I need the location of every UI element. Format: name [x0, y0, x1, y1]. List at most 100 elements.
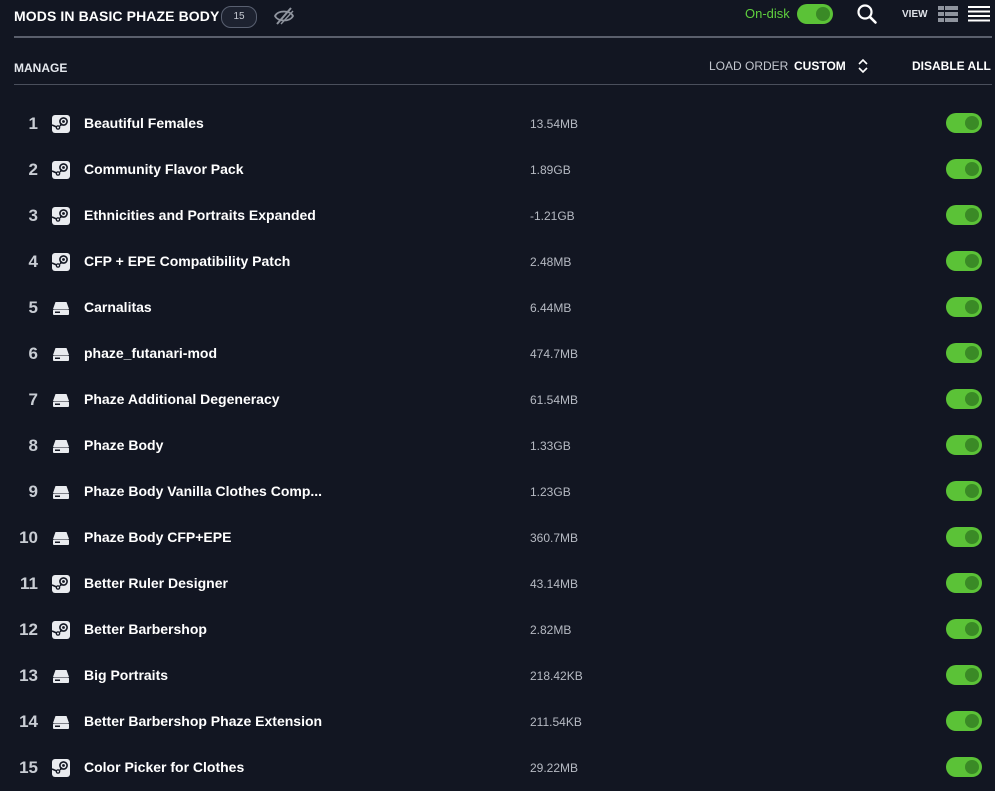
view-label: VIEW: [902, 9, 928, 20]
mod-row[interactable]: 5 Carnalitas 6.44MB: [0, 285, 995, 331]
mod-size: 13.54MB: [530, 117, 579, 131]
sort-chevron-icon[interactable]: [857, 58, 869, 74]
mod-row[interactable]: 3 Ethnicities and Portraits Expanded -1.…: [0, 193, 995, 239]
toggle-knob: [965, 254, 979, 268]
mod-enabled-toggle[interactable]: [946, 159, 982, 179]
mod-list: 1 Beautiful Females 13.54MB 2 Community …: [0, 101, 995, 791]
mod-name: Ethnicities and Portraits Expanded: [84, 207, 316, 223]
toggle-knob: [965, 668, 979, 682]
page-title: MODS IN BASIC PHAZE BODY: [14, 8, 220, 24]
toggle-knob: [965, 346, 979, 360]
mod-row[interactable]: 9 Phaze Body Vanilla Clothes Comp... 1.2…: [0, 469, 995, 515]
mod-row[interactable]: 10 Phaze Body CFP+EPE 360.7MB: [0, 515, 995, 561]
mod-name: Phaze Body: [84, 437, 164, 453]
mod-enabled-toggle[interactable]: [946, 297, 982, 317]
mod-enabled-toggle[interactable]: [946, 343, 982, 363]
mod-size: 6.44MB: [530, 301, 572, 315]
load-order-number: 4: [28, 252, 38, 271]
mod-name: Phaze Body CFP+EPE: [84, 529, 232, 545]
load-order-label: LOAD ORDER: [709, 59, 789, 73]
toggle-knob: [965, 208, 979, 222]
mod-row[interactable]: 7 Phaze Additional Degeneracy 61.54MB: [0, 377, 995, 423]
load-order-number: 6: [28, 344, 38, 363]
load-order-number: 15: [19, 758, 38, 777]
toggle-knob: [965, 392, 979, 406]
ondisk-label: On-disk: [745, 6, 790, 21]
mod-enabled-toggle[interactable]: [946, 619, 982, 639]
disable-all-button[interactable]: DISABLE ALL: [912, 59, 991, 73]
load-order-number: 11: [20, 574, 38, 593]
load-order-number: 8: [28, 436, 38, 455]
load-order-number: 3: [28, 206, 38, 225]
toggle-knob: [965, 438, 979, 452]
mod-size: 1.89GB: [530, 163, 571, 177]
mod-size: 211.54KB: [530, 715, 582, 729]
load-order-number: 13: [19, 666, 38, 685]
list-view-icon[interactable]: [968, 6, 990, 22]
mod-size: -1.21GB: [530, 209, 575, 223]
mod-row[interactable]: 4 CFP + EPE Compatibility Patch 2.48MB: [0, 239, 995, 285]
mod-enabled-toggle[interactable]: [946, 205, 982, 225]
local-drive-icon: [52, 483, 70, 501]
mod-row[interactable]: 2 Community Flavor Pack 1.89GB: [0, 147, 995, 193]
mod-enabled-toggle[interactable]: [946, 481, 982, 501]
mod-size: 2.82MB: [530, 623, 572, 637]
mod-size: 1.23GB: [530, 485, 571, 499]
eye-slash-icon[interactable]: [273, 5, 295, 27]
mod-row[interactable]: 13 Big Portraits 218.42KB: [0, 653, 995, 699]
local-drive-icon: [52, 345, 70, 363]
local-drive-icon: [52, 667, 70, 685]
mod-row[interactable]: 1 Beautiful Females 13.54MB: [0, 101, 995, 147]
load-order-select[interactable]: CUSTOM: [794, 59, 846, 73]
ondisk-toggle[interactable]: [797, 4, 833, 24]
manage-bar: MANAGE LOAD ORDER CUSTOM DISABLE ALL: [14, 40, 992, 85]
load-order-number: 2: [28, 160, 38, 179]
load-order-number: 5: [28, 298, 38, 317]
steam-icon: [51, 759, 70, 777]
mod-enabled-toggle[interactable]: [946, 113, 982, 133]
mod-enabled-toggle[interactable]: [946, 665, 982, 685]
manage-label: MANAGE: [14, 61, 68, 75]
mod-name: Beautiful Females: [84, 115, 204, 131]
mod-count-badge: 15: [221, 6, 257, 28]
toggle-knob: [965, 300, 979, 314]
mod-row[interactable]: 14 Better Barbershop Phaze Extension 211…: [0, 699, 995, 745]
mod-size: 360.7MB: [530, 531, 579, 545]
mod-name: Better Barbershop Phaze Extension: [84, 713, 323, 729]
mod-enabled-toggle[interactable]: [946, 251, 982, 271]
mod-name: CFP + EPE Compatibility Patch: [84, 253, 291, 269]
toggle-knob: [965, 530, 979, 544]
mod-row[interactable]: 8 Phaze Body 1.33GB: [0, 423, 995, 469]
mod-enabled-toggle[interactable]: [946, 757, 982, 777]
mod-row[interactable]: 15 Color Picker for Clothes 29.22MB: [0, 745, 995, 791]
toggle-knob: [965, 162, 979, 176]
steam-icon: [51, 621, 70, 639]
mod-enabled-toggle[interactable]: [946, 711, 982, 731]
mod-size: 61.54MB: [530, 393, 579, 407]
mod-enabled-toggle[interactable]: [946, 527, 982, 547]
local-drive-icon: [52, 391, 70, 409]
mod-enabled-toggle[interactable]: [946, 389, 982, 409]
mod-size: 2.48MB: [530, 255, 572, 269]
mod-name: Big Portraits: [84, 667, 169, 683]
mod-name: Phaze Additional Degeneracy: [84, 391, 280, 407]
mod-name: Better Barbershop: [84, 621, 207, 637]
search-icon[interactable]: [856, 3, 878, 25]
load-order-number: 10: [19, 528, 38, 547]
mod-row[interactable]: 6 phaze_futanari-mod 474.7MB: [0, 331, 995, 377]
mod-row[interactable]: 12 Better Barbershop 2.82MB: [0, 607, 995, 653]
toggle-knob: [816, 7, 830, 21]
local-drive-icon: [52, 437, 70, 455]
mod-enabled-toggle[interactable]: [946, 573, 982, 593]
steam-icon: [51, 161, 70, 179]
local-drive-icon: [52, 299, 70, 317]
load-order-number: 12: [19, 620, 38, 639]
mod-enabled-toggle[interactable]: [946, 435, 982, 455]
load-order-number: 7: [28, 390, 38, 409]
toggle-knob: [965, 116, 979, 130]
grid-view-icon[interactable]: [938, 6, 958, 22]
local-drive-icon: [52, 529, 70, 547]
toggle-knob: [965, 484, 979, 498]
load-order-number: 14: [19, 712, 38, 731]
mod-row[interactable]: 11 Better Ruler Designer 43.14MB: [0, 561, 995, 607]
